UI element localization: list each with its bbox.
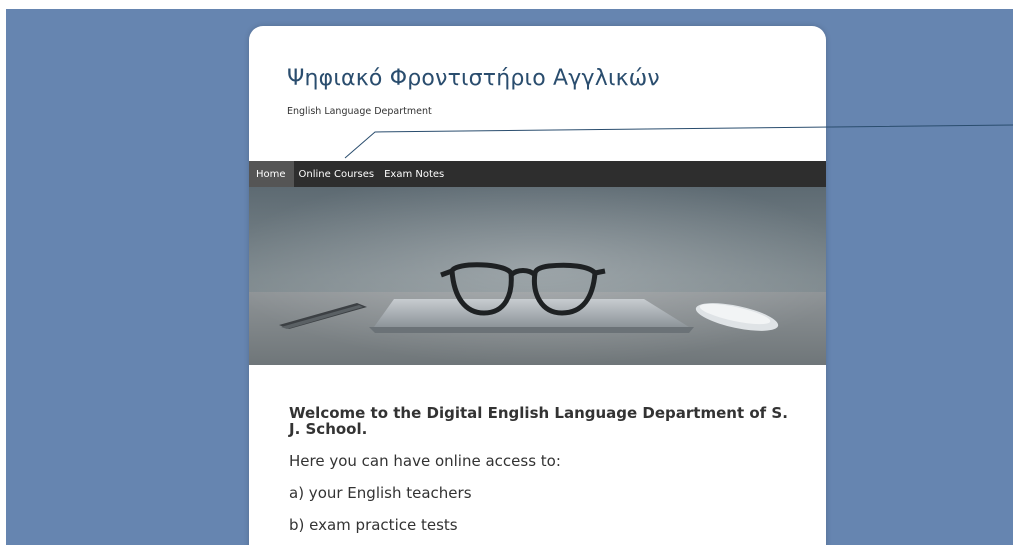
nav-item-exam-notes[interactable]: Exam Notes [379, 161, 449, 187]
welcome-content: Welcome to the Digital English Language … [289, 405, 799, 545]
site-subtitle: English Language Department [287, 106, 432, 117]
nav-item-online-courses[interactable]: Online Courses [294, 161, 380, 187]
intro-text: Here you can have online access to: [289, 452, 561, 470]
nav-item-home[interactable]: Home [249, 161, 294, 187]
main-navigation: Home Online Courses Exam Notes [249, 161, 826, 187]
welcome-text: Welcome to the Digital English Language … [289, 404, 788, 438]
list-item: b) exam practice tests [289, 516, 458, 534]
site-container: Ψηφιακό Φροντιστήριο Αγγλικών English La… [249, 26, 826, 545]
site-title[interactable]: Ψηφιακό Φροντιστήριο Αγγλικών [287, 66, 660, 91]
hero-image [249, 187, 826, 365]
list-item: a) your English teachers [289, 484, 472, 502]
